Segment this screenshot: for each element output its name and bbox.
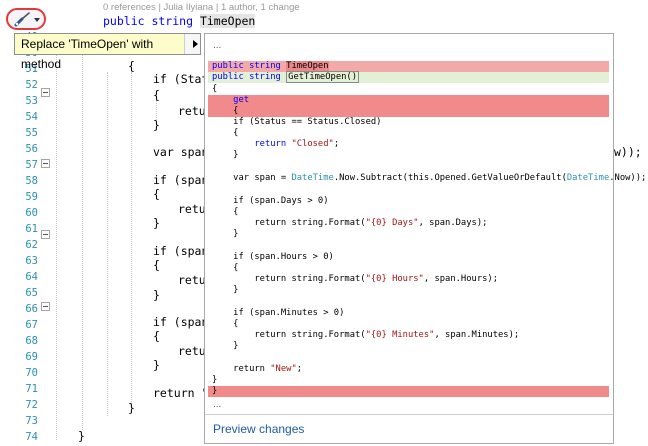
- code-line: if (span: [153, 173, 209, 187]
- preview-line: {: [212, 84, 218, 94]
- preview-line: var span = DateTime.Now.Subtract(this.Op…: [212, 173, 647, 183]
- quick-actions-menu: Replace 'TimeOpen' with method: [14, 33, 201, 71]
- chevron-down-icon: [34, 18, 40, 22]
- code-line: {: [153, 258, 160, 272]
- line-number: 69: [25, 351, 38, 363]
- indent-guide: [56, 40, 57, 440]
- preview-ellipsis-bottom: ...: [213, 399, 222, 410]
- preview-line: {: [212, 128, 239, 138]
- line-number: 68: [25, 335, 38, 347]
- code-line: retu: [178, 104, 206, 118]
- codelens-info[interactable]: 0 references | Julia Ilyiana | 1 author,…: [103, 2, 300, 13]
- indent-guide: [131, 72, 132, 412]
- fold-toggle[interactable]: [41, 159, 50, 168]
- code-line: }: [128, 401, 135, 415]
- line-number: 65: [25, 287, 38, 299]
- indent-guide: [82, 40, 83, 430]
- removed-name: TimeOpen: [286, 61, 329, 71]
- preview-changes-pane: ... public string TimeOpen public string…: [204, 33, 647, 444]
- code-line: }: [153, 216, 160, 230]
- submenu-arrow-icon[interactable]: [193, 40, 198, 48]
- line-number: 53: [25, 95, 38, 107]
- added-name: GetTimeOpen(): [286, 71, 360, 83]
- fold-toggle[interactable]: [41, 302, 50, 311]
- line-number: 67: [25, 319, 38, 331]
- line-number: 66: [25, 303, 38, 315]
- line-number: 59: [25, 191, 38, 203]
- preview-line: return string.Format("{0} Days", span.Da…: [212, 218, 488, 228]
- line-number: 57: [25, 159, 38, 171]
- preview-line: {: [212, 207, 239, 217]
- code-line: {: [153, 88, 160, 102]
- line-number: 52: [25, 79, 38, 91]
- code-line: retu: [178, 202, 206, 216]
- divider: [205, 414, 613, 415]
- code-line: if (Stat: [153, 72, 209, 86]
- preview-removed-line: }: [208, 386, 609, 397]
- fold-toggle[interactable]: [41, 230, 50, 239]
- preview-line: }: [212, 375, 218, 385]
- preview-removed-line: {: [208, 106, 609, 117]
- code-line: return ": [153, 386, 209, 400]
- line-number: 63: [25, 255, 38, 267]
- line-number: 62: [25, 239, 38, 251]
- code-line: }: [78, 429, 85, 443]
- preview-line: return "New";: [212, 364, 303, 374]
- code-line: var span: [153, 145, 209, 159]
- code-line: if (span: [153, 315, 209, 329]
- quick-actions-button[interactable]: [6, 8, 46, 30]
- code-line: {: [128, 59, 135, 73]
- line-number: 61: [25, 223, 38, 235]
- line-number: 73: [25, 415, 38, 427]
- line-number: 72: [25, 399, 38, 411]
- line-number: 60: [25, 207, 38, 219]
- preview-line: if (span.Hours > 0): [212, 252, 334, 262]
- preview-line: {: [212, 319, 239, 329]
- line-number: 70: [25, 367, 38, 379]
- preview-line: }: [212, 341, 239, 351]
- code-line: retu: [178, 344, 206, 358]
- preview-removed-line: public string TimeOpen: [208, 61, 609, 72]
- replace-with-method-menu-item[interactable]: Replace 'TimeOpen' with method: [15, 34, 185, 71]
- preview-line: return string.Format("{0} Minutes", span…: [212, 330, 520, 340]
- line-number: 71: [25, 383, 38, 395]
- preview-line: }: [212, 229, 239, 239]
- declaration-name[interactable]: TimeOpen: [199, 14, 256, 28]
- preview-line: if (Status == Status.Closed): [212, 117, 382, 127]
- preview-removed-line: get: [208, 95, 609, 106]
- preview-line: return string.Format("{0} Hours", span.H…: [212, 274, 499, 284]
- preview-line: {: [212, 263, 239, 273]
- preview-line: }: [212, 285, 239, 295]
- preview-line: }: [212, 150, 239, 160]
- fold-toggle[interactable]: [41, 88, 50, 97]
- preview-added-line: public string GetTimeOpen(): [208, 71, 609, 83]
- property-declaration: public string TimeOpen: [103, 14, 256, 28]
- line-number: 55: [25, 127, 38, 139]
- preview-line: if (span.Minutes > 0): [212, 308, 345, 318]
- preview-changes-link[interactable]: Preview changes: [213, 422, 304, 436]
- code-line: }: [153, 358, 160, 372]
- preview-line: if (span.Days > 0): [212, 196, 329, 206]
- code-line: if (span: [153, 244, 209, 258]
- declaration-keyword: public string: [103, 14, 194, 28]
- code-line: }: [153, 288, 160, 302]
- line-number: 64: [25, 271, 38, 283]
- preview-ellipsis-top: ...: [213, 40, 222, 51]
- code-line: }: [153, 118, 160, 132]
- screwdriver-icon: [14, 12, 30, 27]
- line-number: 74: [25, 431, 38, 443]
- code-line: {: [153, 187, 160, 201]
- line-number: 54: [25, 111, 38, 123]
- code-line: retu: [178, 273, 206, 287]
- code-line: {: [153, 329, 160, 343]
- line-number: 58: [25, 175, 38, 187]
- indent-guide: [107, 72, 108, 416]
- line-number: 56: [25, 143, 38, 155]
- code-line-tail: w));: [614, 145, 642, 159]
- preview-line: return "Closed";: [212, 139, 340, 149]
